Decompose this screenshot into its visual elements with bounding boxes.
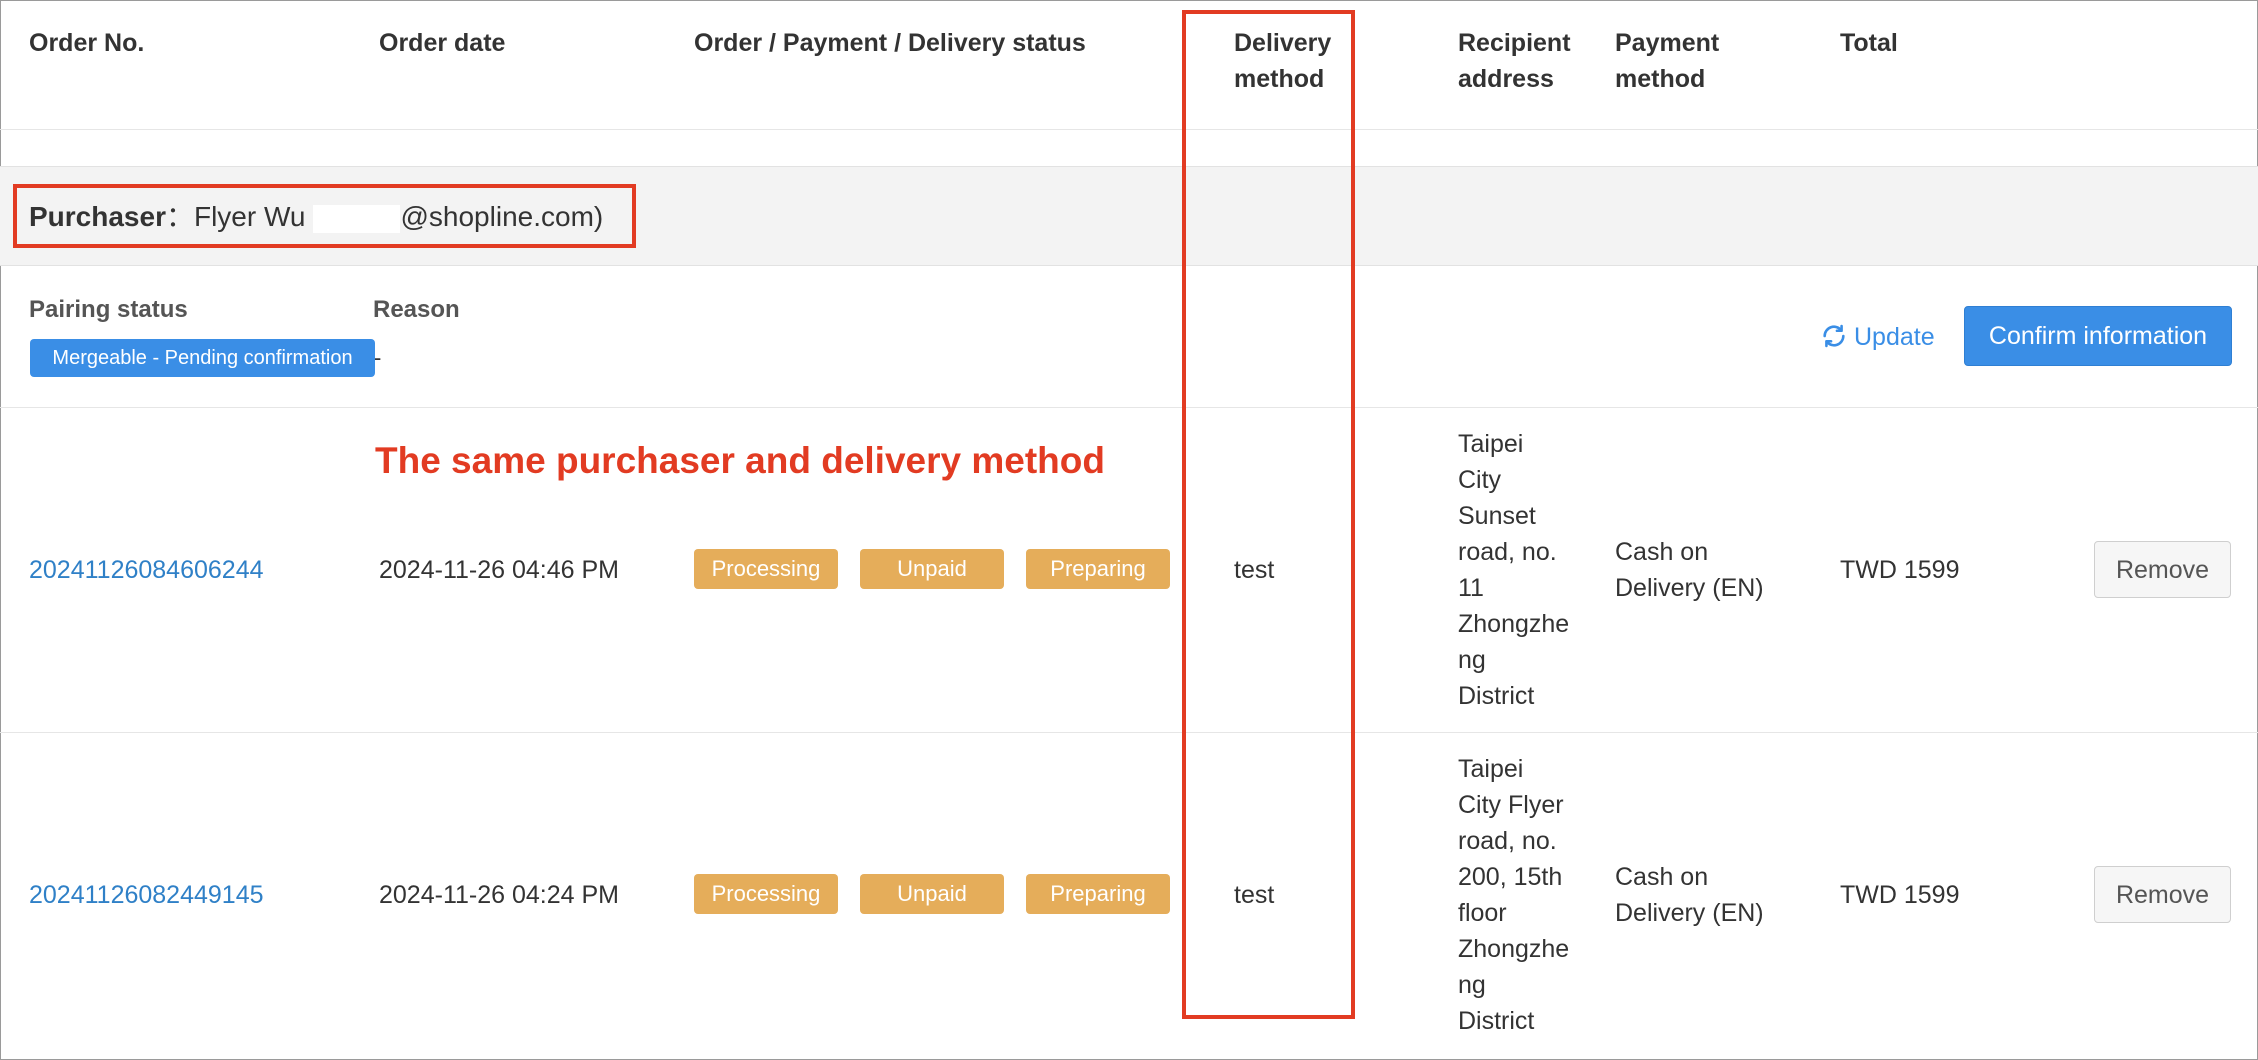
address-line: Zhongzhe bbox=[1458, 610, 1570, 638]
header-payment-method: Payment method bbox=[1615, 25, 1719, 97]
recipient-address: Taipei City Flyer road, no. 200, 15th fl… bbox=[1458, 751, 1578, 1039]
remove-button[interactable]: Remove bbox=[2094, 866, 2231, 923]
header-recipient-address-line1: Recipient bbox=[1458, 29, 1571, 57]
address-line: Zhongzhe bbox=[1458, 935, 1570, 963]
payment-method-line2: Delivery (EN) bbox=[1615, 574, 1764, 602]
address-line: floor bbox=[1458, 899, 1507, 927]
order-status-badge: Processing bbox=[694, 549, 838, 589]
delivery-status-badge: Preparing bbox=[1026, 874, 1170, 914]
header-payment-method-line2: method bbox=[1615, 65, 1706, 93]
purchaser-highlight-box bbox=[13, 184, 636, 248]
delivery-method-highlight-box bbox=[1182, 10, 1355, 1019]
address-line: District bbox=[1458, 1007, 1535, 1035]
order-status-badge: Processing bbox=[694, 874, 838, 914]
reason-label: Reason bbox=[373, 296, 460, 323]
address-line: City bbox=[1458, 466, 1502, 494]
order-total: TWD 1599 bbox=[1840, 556, 1960, 584]
address-line: City Flyer bbox=[1458, 791, 1564, 819]
order-total: TWD 1599 bbox=[1840, 881, 1960, 909]
reason-value: - bbox=[374, 345, 382, 370]
address-line: Sunset bbox=[1458, 502, 1536, 530]
refresh-icon bbox=[1823, 324, 1845, 348]
payment-status-badge: Unpaid bbox=[860, 874, 1004, 914]
group-divider bbox=[0, 407, 2258, 408]
order-number-link[interactable]: 20241126084606244 bbox=[29, 552, 264, 588]
address-line: ng bbox=[1458, 971, 1486, 999]
order-date: 2024-11-26 04:24 PM bbox=[379, 881, 619, 909]
payment-method-line2: Delivery (EN) bbox=[1615, 899, 1764, 927]
address-line: road, no. bbox=[1458, 538, 1557, 566]
pairing-status-badge: Mergeable - Pending confirmation bbox=[30, 339, 375, 377]
header-divider bbox=[0, 129, 2258, 130]
address-line: ng bbox=[1458, 646, 1486, 674]
header-payment-method-line1: Payment bbox=[1615, 29, 1720, 57]
address-line: road, no. bbox=[1458, 827, 1557, 855]
address-line: Taipei bbox=[1458, 755, 1524, 783]
remove-button[interactable]: Remove bbox=[2094, 541, 2231, 598]
header-order-no: Order No. bbox=[29, 29, 145, 57]
order-number-link[interactable]: 20241126082449145 bbox=[29, 877, 264, 913]
delivery-status-badge: Preparing bbox=[1026, 549, 1170, 589]
address-line: 11 bbox=[1458, 574, 1484, 602]
annotation-text: The same purchaser and delivery method bbox=[375, 440, 1105, 481]
payment-method: Cash on Delivery (EN) bbox=[1615, 859, 1764, 931]
payment-method-line1: Cash on bbox=[1615, 863, 1709, 891]
header-recipient-address-line2: address bbox=[1458, 65, 1554, 93]
recipient-address: Taipei City Sunset road, no. 11 Zhongzhe… bbox=[1458, 426, 1578, 714]
address-line: 200, 15th bbox=[1458, 863, 1563, 891]
update-button[interactable]: Update bbox=[1820, 319, 1935, 355]
pairing-status-label: Pairing status bbox=[29, 296, 188, 323]
payment-method-line1: Cash on bbox=[1615, 538, 1709, 566]
payment-status-badge: Unpaid bbox=[860, 549, 1004, 589]
address-line: Taipei bbox=[1458, 430, 1524, 458]
row-divider bbox=[0, 732, 2258, 733]
header-recipient-address: Recipient address bbox=[1458, 25, 1571, 97]
confirm-information-button[interactable]: Confirm information bbox=[1964, 306, 2232, 366]
header-order-date: Order date bbox=[379, 29, 506, 57]
header-status: Order / Payment / Delivery status bbox=[694, 29, 1086, 57]
payment-method: Cash on Delivery (EN) bbox=[1615, 534, 1764, 606]
address-line: District bbox=[1458, 682, 1535, 710]
order-date: 2024-11-26 04:46 PM bbox=[379, 556, 619, 584]
header-total: Total bbox=[1840, 29, 1898, 57]
update-label: Update bbox=[1854, 323, 1935, 351]
